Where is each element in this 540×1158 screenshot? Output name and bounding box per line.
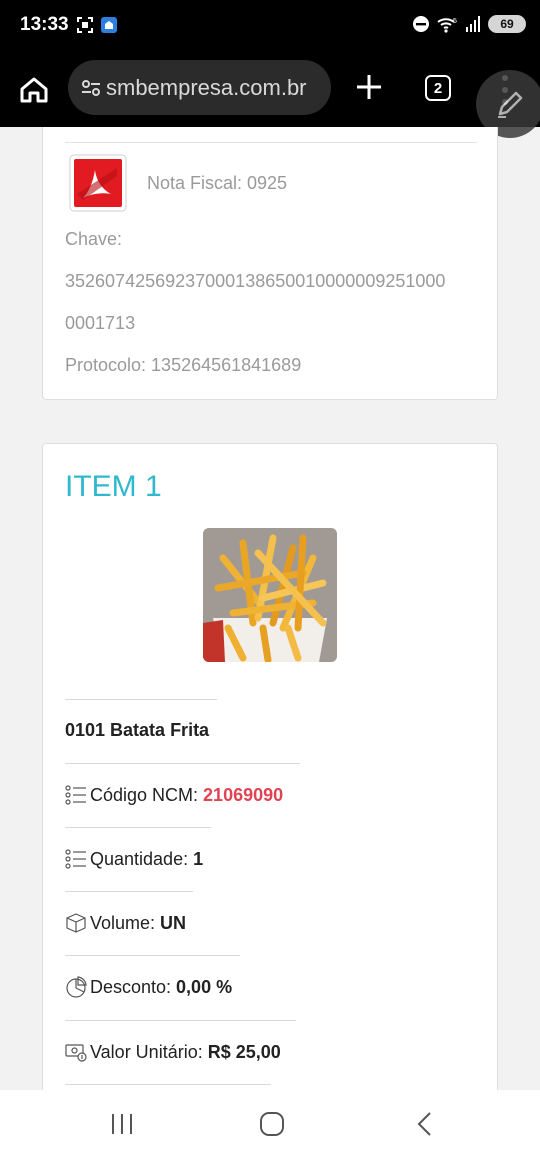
volume-label: Volume:	[90, 912, 156, 933]
home-app-icon	[101, 17, 117, 33]
tabs-button[interactable]: 2	[425, 75, 451, 101]
divider	[65, 699, 217, 700]
divider	[65, 827, 211, 828]
desconto-label: Desconto:	[90, 976, 172, 997]
quantidade-value: 1	[193, 848, 204, 869]
valor-unitario-label: Valor Unitário:	[90, 1041, 203, 1062]
invoice-card: Nota Fiscal: 0925 Chave: 352607425692370…	[42, 127, 498, 400]
desconto-value: 0,00 %	[176, 976, 233, 997]
new-tab-plus-icon[interactable]	[352, 70, 386, 104]
ncm-row: Código NCM: 21069090	[65, 784, 283, 806]
money-icon	[65, 1044, 87, 1062]
dnd-icon	[413, 16, 429, 32]
valor-unitario-row: Valor Unitário: R$ 25,00	[65, 1041, 281, 1063]
ncm-value: 21069090	[203, 784, 284, 805]
address-bar[interactable]: smbempresa.com.br	[68, 60, 331, 115]
protocolo-text: Protocolo: 135264561841689	[65, 355, 302, 375]
ncm-label: Código NCM:	[90, 784, 199, 805]
box-icon	[66, 913, 86, 933]
divider	[65, 955, 240, 956]
wifi-icon: 5	[437, 18, 457, 33]
screenshot-icon	[77, 17, 93, 33]
status-time: 13:33	[20, 14, 69, 35]
volume-value: UN	[160, 912, 187, 933]
divider	[65, 142, 477, 143]
divider	[65, 763, 300, 764]
chave-label: Chave:	[65, 229, 123, 249]
site-settings-icon[interactable]	[80, 77, 102, 99]
product-image	[203, 528, 337, 662]
back-icon[interactable]	[412, 1110, 440, 1138]
page-content: Nota Fiscal: 0925 Chave: 352607425692370…	[0, 127, 540, 1090]
divider	[65, 1084, 271, 1085]
desconto-row: Desconto: 0,00 %	[65, 976, 232, 998]
item-card: ITEM 1 0101 Batata Frita Código NCM: 210…	[42, 443, 498, 1090]
url-text: smbempresa.com.br	[106, 74, 307, 100]
svg-text:5: 5	[453, 18, 457, 25]
tab-count: 2	[433, 79, 443, 97]
item-title: ITEM 1	[65, 470, 162, 503]
list-icon	[65, 785, 86, 805]
product-name: 0101 Batata Frita	[65, 720, 210, 740]
battery-indicator: 69	[488, 15, 526, 33]
valor-unitario-value: R$ 25,00	[207, 1041, 281, 1062]
pdf-icon[interactable]	[69, 154, 127, 212]
pie-chart-icon	[66, 976, 87, 998]
browser-toolbar: smbempresa.com.br 2	[0, 52, 540, 127]
chave-value-line2: 0001713	[65, 313, 136, 333]
edit-icon	[498, 91, 523, 118]
status-bar: 13:33 5 69	[0, 0, 540, 52]
divider	[65, 1020, 296, 1021]
volume-row: Volume: UN	[65, 912, 186, 934]
home-icon[interactable]	[18, 74, 50, 106]
home-nav-icon[interactable]	[258, 1110, 286, 1138]
list-icon	[65, 849, 86, 869]
recent-apps-icon[interactable]	[108, 1110, 136, 1138]
quantidade-row: Quantidade: 1	[65, 848, 203, 870]
signal-icon	[466, 16, 480, 32]
nota-fiscal-text: Nota Fiscal: 0925	[147, 173, 288, 193]
system-nav-bar	[0, 1090, 540, 1158]
quantidade-label: Quantidade:	[90, 848, 189, 869]
divider	[65, 891, 193, 892]
chave-value-line1: 35260742569237000138650010000009251000	[65, 271, 446, 291]
battery-level: 69	[500, 17, 514, 31]
